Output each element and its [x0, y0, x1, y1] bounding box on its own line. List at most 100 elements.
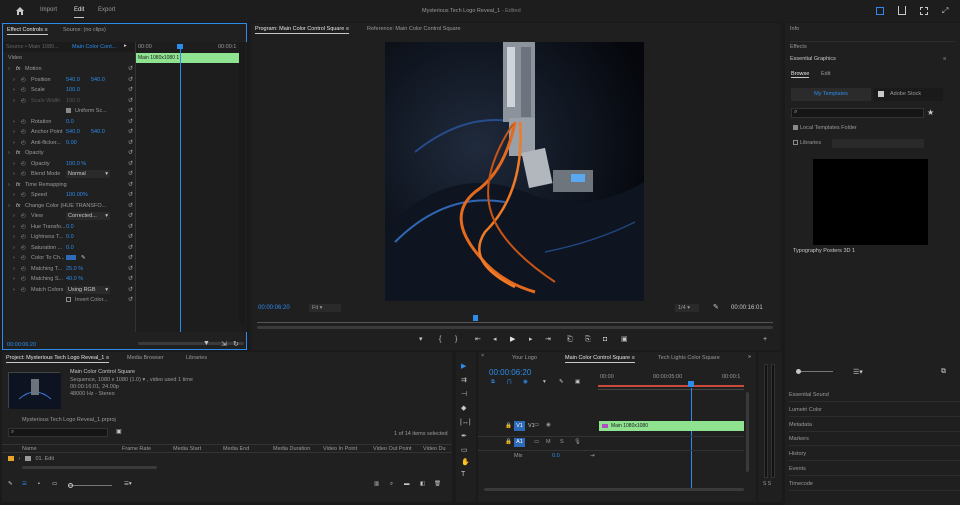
- reset-icon[interactable]: ↺: [128, 127, 133, 137]
- reset-icon[interactable]: ↺: [128, 274, 133, 284]
- project-hscrollbar[interactable]: [22, 466, 157, 469]
- expand-chevron-icon[interactable]: ›: [8, 201, 10, 211]
- eyedropper-icon[interactable]: ✎: [81, 253, 86, 263]
- col-media-start[interactable]: Media Start: [173, 446, 201, 452]
- effect-row-opacity[interactable]: › ◴ Opacity 100.0 % ↺: [3, 159, 135, 169]
- eg-search-input[interactable]: ⌕: [791, 108, 924, 118]
- reset-icon[interactable]: ↺: [128, 159, 133, 169]
- mic-icon[interactable]: 🎙: [574, 439, 581, 445]
- effect-row-view[interactable]: › ◴ View Corrected... ▾ ↺: [3, 211, 135, 221]
- reset-icon[interactable]: ↺: [128, 75, 133, 85]
- home-icon[interactable]: [15, 6, 25, 16]
- tab-import[interactable]: Import: [40, 7, 57, 13]
- property-value[interactable]: 0.0: [66, 222, 74, 232]
- stopwatch-icon[interactable]: ◴: [21, 138, 26, 148]
- mark-out-icon[interactable]: }: [455, 335, 457, 344]
- effect-row-match-colors[interactable]: › ◴ Match Colors Using RGB ▾ ↺: [3, 285, 135, 295]
- reset-icon[interactable]: ↺: [128, 85, 133, 95]
- sort-icons-icon[interactable]: ☰▾: [124, 481, 132, 487]
- effect-row-blend-mode[interactable]: › ◴ Blend Mode Normal ▾ ↺: [3, 169, 135, 179]
- effect-row-scale[interactable]: › ◴ Scale 100.0 ↺: [3, 85, 135, 95]
- tab-main-color-control[interactable]: Main Color Control Square ≡: [565, 353, 635, 363]
- effect-row-invert-color[interactable]: Invert Color... ↺: [3, 295, 135, 305]
- freeform-view-icon[interactable]: ▭: [52, 481, 57, 487]
- ripple-edit-tool-icon[interactable]: ⊣: [461, 390, 467, 399]
- filter-icon[interactable]: ▼: [203, 340, 210, 347]
- property-value[interactable]: 0.0: [66, 243, 74, 253]
- effect-row-lightness-t[interactable]: › ◴ Lightness T... 0.0 ↺: [3, 232, 135, 242]
- selection-tool-icon[interactable]: ▶: [461, 362, 466, 371]
- source-patch-v1[interactable]: V1: [514, 421, 525, 431]
- lift-icon[interactable]: ⎗: [567, 335, 573, 344]
- property-value[interactable]: 540.0: [66, 127, 80, 137]
- expand-chevron-icon[interactable]: ›: [13, 127, 15, 137]
- expand-chevron-icon[interactable]: ›: [13, 222, 15, 232]
- settings-wrench-icon[interactable]: ✎: [713, 303, 719, 311]
- property-value-2[interactable]: 540.0: [91, 127, 105, 137]
- expand-chevron-icon[interactable]: ›: [13, 264, 15, 274]
- panel-lumetri-color[interactable]: Lumetri Color: [789, 403, 960, 417]
- effect-row-time-remapping[interactable]: › fx Time Remapping ↺: [3, 180, 135, 190]
- mute-button[interactable]: M: [546, 439, 551, 445]
- eg-zoom-slider[interactable]: [796, 369, 833, 374]
- thumbnail-zoom-handle[interactable]: [68, 483, 73, 488]
- reset-icon[interactable]: ↺: [128, 64, 133, 74]
- tab-libraries[interactable]: Libraries: [186, 353, 207, 363]
- work-area-bar[interactable]: [598, 385, 744, 387]
- expand-chevron-icon[interactable]: ›: [13, 190, 15, 200]
- eye-icon[interactable]: ◉: [546, 422, 551, 428]
- reset-icon[interactable]: ↺: [128, 138, 133, 148]
- expand-chevron-icon[interactable]: ›: [13, 159, 15, 169]
- slip-tool-icon[interactable]: |↔|: [460, 418, 471, 427]
- expand-chevron-icon[interactable]: ›: [13, 138, 15, 148]
- tab-your-logo[interactable]: Your Logo: [512, 353, 537, 363]
- star-icon[interactable]: ★: [927, 108, 934, 117]
- stopwatch-icon[interactable]: ◴: [21, 85, 26, 95]
- captions-icon[interactable]: ▣: [575, 379, 580, 385]
- panel-markers[interactable]: Markers: [789, 432, 960, 447]
- eg-zoom-handle[interactable]: [796, 369, 801, 374]
- effect-row-anchor-point[interactable]: › ◴ Anchor Point 540.0 540.0 ↺: [3, 127, 135, 137]
- libraries-checkbox[interactable]: Libraries: [793, 140, 821, 146]
- expand-chevron-icon[interactable]: ›: [13, 243, 15, 253]
- timeline-timecode[interactable]: 00:00:06:20: [489, 368, 531, 377]
- expand-chevron-icon[interactable]: ›: [8, 148, 10, 158]
- add-marker-tl-icon[interactable]: ▾: [543, 379, 546, 385]
- fx-icon[interactable]: fx: [16, 64, 20, 74]
- step-forward-icon[interactable]: ▸: [529, 335, 533, 344]
- extract-icon[interactable]: ⎘: [585, 335, 591, 344]
- effect-row-uniform-sc[interactable]: Uniform Sc... ↺: [3, 106, 135, 116]
- list-view-icon[interactable]: ☰: [22, 481, 27, 487]
- stopwatch-icon[interactable]: ◴: [21, 285, 26, 295]
- compare-icon[interactable]: ▣: [621, 335, 628, 344]
- program-scrubber[interactable]: [257, 315, 773, 323]
- tab-reference[interactable]: Reference: Main Color Control Square: [367, 24, 461, 34]
- list-item[interactable]: › 01. Edit: [8, 456, 158, 465]
- tab-media-browser[interactable]: Media Browser: [127, 353, 164, 363]
- new-bin-from-search-icon[interactable]: ▣: [116, 428, 122, 435]
- property-value[interactable]: 540.0: [66, 75, 80, 85]
- tab-effect-controls[interactable]: Effect Controls ≡: [7, 25, 48, 35]
- col-frame-rate[interactable]: Frame Rate: [122, 446, 151, 452]
- fx-icon[interactable]: fx: [16, 201, 20, 211]
- stopwatch-icon[interactable]: ◴: [21, 253, 26, 263]
- property-value[interactable]: 100.0 %: [66, 159, 86, 169]
- property-select[interactable]: Corrected... ▾: [66, 212, 110, 220]
- reset-icon[interactable]: ↺: [128, 148, 133, 158]
- expand-chevron-icon[interactable]: ›: [13, 75, 15, 85]
- effects-panel[interactable]: Effects: [790, 41, 955, 50]
- property-value-2[interactable]: 540.0: [91, 75, 105, 85]
- reset-icon[interactable]: ↺: [128, 96, 133, 106]
- source-patch-a1[interactable]: A1: [514, 438, 525, 447]
- timeline-hscroll[interactable]: [484, 488, 744, 491]
- thumbnail-zoom-slider[interactable]: [68, 483, 112, 488]
- stopwatch-icon[interactable]: ◴: [21, 127, 26, 137]
- expand-chevron-icon[interactable]: ›: [19, 456, 21, 462]
- expand-chevron-icon[interactable]: ›: [13, 211, 15, 221]
- reset-icon[interactable]: ↺: [128, 201, 133, 211]
- add-button-icon[interactable]: +: [763, 335, 767, 344]
- stopwatch-icon[interactable]: ◴: [21, 169, 26, 179]
- info-panel[interactable]: Info: [790, 26, 799, 32]
- sort-icon[interactable]: ☰▾: [853, 368, 863, 376]
- effect-row-motion[interactable]: › fx Motion ↺: [3, 64, 135, 74]
